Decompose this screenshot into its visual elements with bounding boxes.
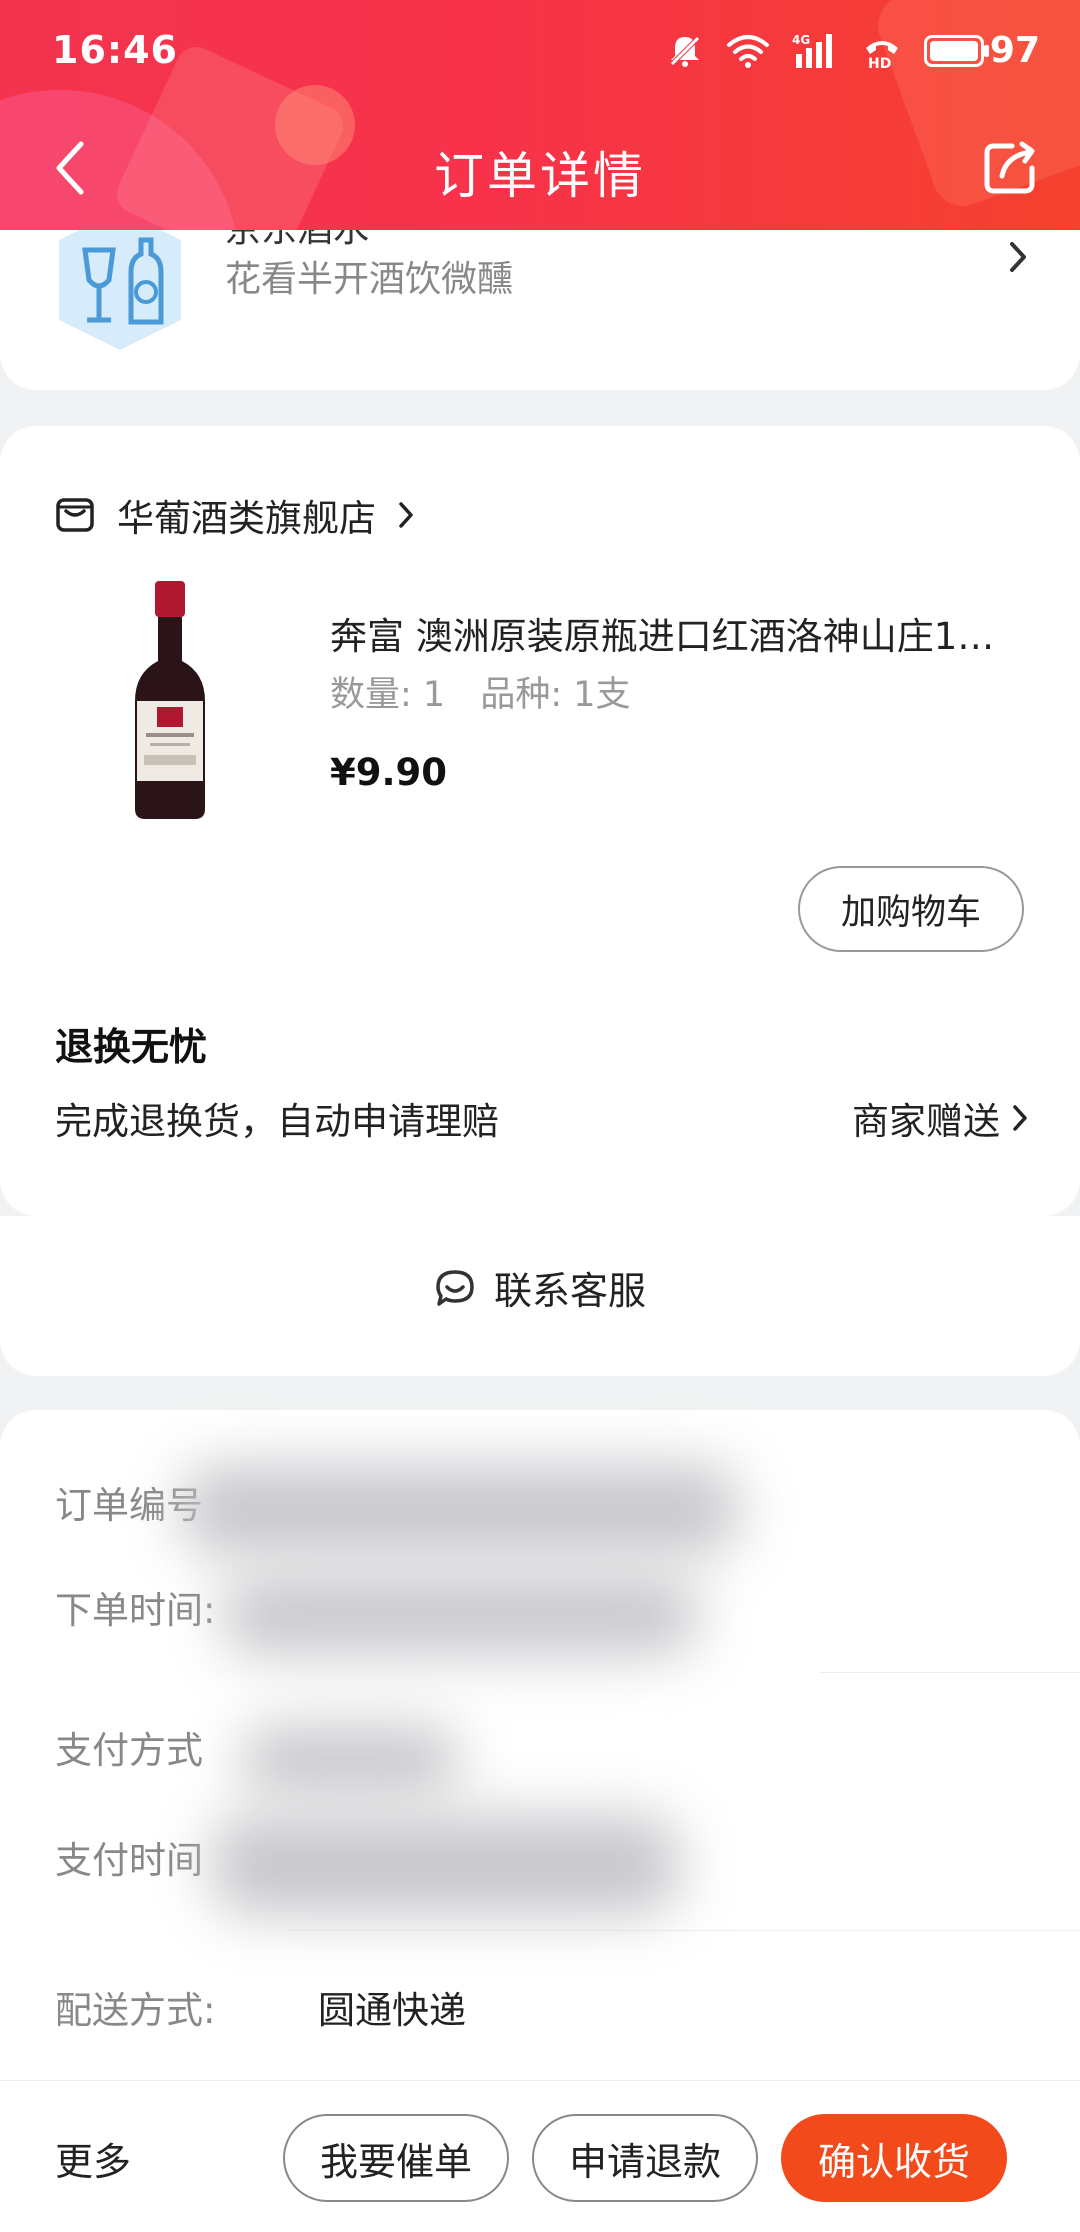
apply-refund-button[interactable]: 申请退款 bbox=[532, 2114, 758, 2202]
contact-service-label: 联系客服 bbox=[493, 1269, 646, 1313]
guarantee-description: 完成退换货，自动申请理赔 bbox=[55, 1100, 499, 1143]
merchant-gift-label: 商家赠送 bbox=[852, 1100, 1000, 1143]
contact-service-button[interactable]: 联系客服 bbox=[0, 1260, 1080, 1315]
hd-call-icon: HD bbox=[865, 40, 898, 70]
status-icons: 4G HD 97 bbox=[666, 30, 1040, 71]
urge-order-button[interactable]: 我要催单 bbox=[283, 2114, 509, 2202]
redacted-info-blur bbox=[140, 1445, 740, 1965]
status-bar: 16:46 4G HD 97 bbox=[0, 0, 1080, 110]
header: 16:46 4G HD 97 订单详情 bbox=[0, 0, 1080, 230]
store-link[interactable]: 华葡酒类旗舰店 bbox=[55, 488, 414, 542]
wine-bottle-image[interactable] bbox=[110, 581, 230, 821]
product-meta: 数量: 1 品种: 1支 bbox=[330, 666, 655, 717]
order-card: 华葡酒类旗舰店 奔富 澳洲原装原瓶进口红酒洛神山庄1… 数量: 1 品种: 1支… bbox=[0, 426, 1080, 1216]
store-name: 华葡酒类旗舰店 bbox=[117, 497, 376, 540]
order-detail-page: 京东酒水 花看半开酒饮微醺 华葡酒类旗舰店 奔富 澳洲原 bbox=[0, 0, 1080, 2232]
signal-4g-icon: 4G bbox=[792, 33, 832, 68]
bottom-action-bar: 更多 我要催单 申请退款 确认收货 bbox=[0, 2080, 1080, 2232]
nav-bar: 订单详情 bbox=[0, 110, 1080, 230]
divider bbox=[820, 1672, 1080, 1673]
confirm-receipt-button[interactable]: 确认收货 bbox=[781, 2114, 1007, 2202]
chevron-right-icon bbox=[1013, 1105, 1027, 1131]
share-icon bbox=[984, 141, 1035, 194]
share-button[interactable] bbox=[970, 128, 1050, 208]
add-to-cart-button[interactable]: 加购物车 bbox=[798, 866, 1024, 952]
product-quantity: 数量: 1 bbox=[330, 675, 446, 715]
hd-label: HD bbox=[868, 56, 891, 70]
guarantee-title: 退换无忧 bbox=[55, 1025, 208, 1069]
delivery-method-value: 圆通快递 bbox=[318, 1989, 466, 2032]
more-button[interactable]: 更多 bbox=[55, 2131, 131, 2186]
battery-icon bbox=[923, 34, 989, 67]
status-time: 16:46 bbox=[52, 28, 178, 72]
product-price: ¥9.90 bbox=[330, 751, 448, 794]
product-variant: 品种: 1支 bbox=[480, 675, 631, 715]
product-title[interactable]: 奔富 澳洲原装原瓶进口红酒洛神山庄1… bbox=[330, 606, 1030, 660]
wine-glasses-icon bbox=[59, 210, 181, 350]
delivery-method-label: 配送方式: bbox=[55, 1989, 216, 2032]
page-title: 订单详情 bbox=[434, 147, 646, 205]
network-label: 4G bbox=[792, 33, 810, 47]
store-icon bbox=[56, 498, 94, 532]
merchant-gift-link[interactable]: 商家赠送 bbox=[852, 1091, 1028, 1145]
promo-subtitle: 花看半开酒饮微醺 bbox=[225, 259, 514, 300]
bell-off-icon bbox=[669, 34, 701, 67]
battery-percent: 97 bbox=[989, 30, 1040, 71]
service-card: 联系客服 bbox=[0, 1216, 1080, 1376]
battery-indicator: 97 bbox=[923, 30, 1040, 71]
chevron-right-icon bbox=[399, 502, 413, 528]
customer-service-icon bbox=[436, 1269, 474, 1306]
wifi-icon bbox=[726, 34, 769, 68]
chevron-right-icon bbox=[1010, 242, 1026, 272]
